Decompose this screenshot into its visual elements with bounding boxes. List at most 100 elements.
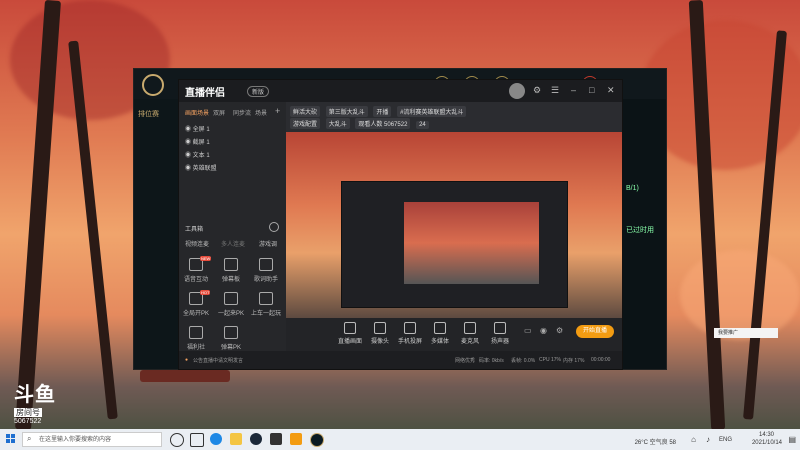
screen-capture-button[interactable]: 直播画面 (336, 322, 364, 345)
media-icon (434, 322, 446, 334)
toolbox-label: 工具箱 (185, 227, 204, 233)
info-item[interactable]: #流利赛英雄联盟大乱斗 (397, 106, 467, 117)
clock-date[interactable]: 2021/10/14 (752, 440, 782, 446)
board-icon (224, 258, 238, 271)
tool-lyrics[interactable]: 歌词助手 (251, 258, 281, 283)
settings-icon[interactable]: ⚙ (533, 85, 541, 96)
preview-panel: 鲜活大砍 第三版大乱斗 开播 #流利赛英雄联盟大乱斗 游戏配置 大乱斗 观看人数… (286, 102, 622, 351)
app-icon[interactable] (270, 433, 282, 445)
cortana-icon[interactable] (170, 433, 184, 447)
eye-icon[interactable]: ◉ (185, 166, 193, 172)
input-language[interactable]: ENG (719, 437, 732, 443)
notification-icon[interactable]: ▤ (788, 435, 796, 444)
add-scene-icon[interactable]: + (275, 106, 280, 116)
eye-icon[interactable]: ◉ (185, 127, 193, 133)
watermark-brand: 斗鱼 (14, 384, 56, 406)
record-icon[interactable]: ▭ (524, 326, 532, 335)
edge-icon[interactable] (210, 433, 222, 445)
tool-danmu-pk[interactable]: 弹幕PK (216, 326, 246, 351)
frame-drop: 丢帧: 0.0% (511, 358, 536, 364)
minimize-icon[interactable]: – (571, 85, 576, 95)
nested-preview-window (341, 181, 568, 308)
tab-scene[interactable]: 场景 (255, 108, 267, 117)
start-live-button[interactable]: 开始直播 (576, 325, 614, 338)
media-button[interactable]: 多媒体 (426, 322, 454, 345)
tool-game[interactable]: 游戏调 (259, 239, 277, 248)
stream-info-row: 鲜活大砍 第三版大乱斗 开播 #流利赛英雄联盟大乱斗 (290, 106, 470, 117)
tab-dual[interactable]: 双屏 (213, 108, 225, 117)
user-avatar[interactable] (509, 83, 525, 99)
tool-welfare[interactable]: 福利社 (181, 326, 211, 351)
lyrics-icon (259, 258, 273, 271)
info-item[interactable]: 游戏配置 (290, 118, 321, 129)
steam-icon[interactable] (250, 433, 262, 445)
promo-tooltip[interactable]: 我要推广 (714, 328, 778, 338)
info-item: 24 (416, 121, 429, 129)
control-bar: 直播画面 摄像头 手机投屏 多媒体 麦克风 扬声器 ▭ ◉ ⚙ 开始直播 (286, 318, 622, 351)
file-explorer-icon[interactable] (230, 433, 242, 445)
info-item[interactable]: 鲜活大砍 (290, 106, 321, 117)
maximize-icon[interactable]: □ (589, 85, 594, 95)
live-timer: 00:00:00 (591, 357, 611, 363)
tool-global-pk[interactable]: HOT 全局开PK (181, 290, 211, 317)
taskbar-search-input[interactable]: 在这里输入你要搜索的内容 (22, 432, 162, 447)
tool-danmu-board[interactable]: 弹幕板 (216, 258, 246, 283)
search-icon: ⌕ (27, 434, 32, 443)
eye-icon[interactable]: ◉ (185, 153, 193, 159)
tab-sync[interactable]: 同步流 (233, 108, 251, 117)
speaker-button[interactable]: 扬声器 (486, 322, 514, 345)
layer-item[interactable]: ◉ 全屏 1 (185, 124, 210, 133)
tool-voice[interactable]: NEW 语音互动 (181, 256, 212, 283)
volume-icon[interactable]: ♪ (706, 435, 710, 444)
gear-icon[interactable]: ⚙ (556, 326, 563, 335)
version-badge[interactable]: 新版 (247, 86, 270, 97)
speaker-icon (494, 322, 506, 334)
camera-button[interactable]: 摄像头 (366, 322, 394, 345)
eye-icon[interactable]: ◉ (185, 140, 193, 146)
douyu-icon[interactable] (290, 433, 302, 445)
tab-scenes[interactable]: 画面场景 (185, 108, 209, 117)
notice-icon: ● (185, 357, 189, 363)
windows-start-icon[interactable] (6, 434, 16, 444)
clock-time[interactable]: 14:30 (759, 432, 774, 438)
watermark-room-label: 房间号 (14, 408, 42, 417)
tool-video-link[interactable]: 视频连麦 (185, 239, 209, 248)
info-item[interactable]: 大乱斗 (325, 118, 350, 129)
lol-mode-label: 排位赛 (138, 111, 159, 118)
lol-right-item: B/1) (626, 185, 639, 192)
tool-together-pk[interactable]: 一起来PK (216, 292, 246, 317)
watermark-room-id: 5067522 (14, 418, 42, 425)
preview-eye-icon[interactable]: ◉ (540, 326, 547, 335)
download-icon (224, 292, 238, 305)
layer-item[interactable]: ◉ 截屏 1 (185, 137, 210, 146)
toolbox-expand-icon[interactable] (269, 222, 279, 232)
nested-preview-image (404, 202, 539, 284)
live-preview[interactable] (286, 132, 622, 318)
tool-multi-link[interactable]: 多人连麦 (221, 239, 245, 248)
microphone-icon (464, 322, 476, 334)
camera-icon (374, 322, 386, 334)
info-item[interactable]: 第三版大乱斗 (325, 106, 368, 117)
network-status: 网络优秀 (455, 358, 476, 364)
network-icon[interactable]: ⌂ (691, 435, 696, 444)
info-item[interactable]: 开播 (373, 106, 392, 117)
cpu-usage: CPU 17% (539, 357, 561, 363)
assistant-logo: 直播伴侣 (185, 88, 225, 99)
microphone-button[interactable]: 麦克风 (456, 322, 484, 345)
phone-cast-button[interactable]: 手机投屏 (396, 322, 424, 345)
lol-logo-icon (142, 74, 164, 96)
layer-item[interactable]: ◉ 英雄联盟 (185, 163, 217, 172)
home-icon (224, 326, 238, 339)
task-view-icon[interactable] (190, 433, 204, 447)
lol-right-item: 已过时用 (626, 227, 654, 234)
status-bar: ● 公告直播中请文明发言 网络优秀 码率: 0kb/s 丢帧: 0.0% CPU… (179, 351, 622, 369)
douyu-watermark: 斗鱼 房间号 5067522 (14, 378, 56, 425)
close-icon[interactable]: ✕ (607, 85, 615, 96)
lol-icon[interactable] (310, 433, 324, 447)
stream-assistant-window: 直播伴侣 新版 ⚙ ☰ – □ ✕ 画面场景 双屏 同步流 场景 + ◉ 全屏 … (178, 79, 623, 370)
menu-icon[interactable]: ☰ (551, 85, 559, 96)
tool-carpool[interactable]: 上车一起玩 (251, 292, 281, 317)
notice-text: 公告直播中请文明发言 (193, 358, 244, 364)
layer-item[interactable]: ◉ 文本 1 (185, 150, 210, 159)
weather[interactable]: 26°C 空气良 58 (635, 437, 676, 446)
